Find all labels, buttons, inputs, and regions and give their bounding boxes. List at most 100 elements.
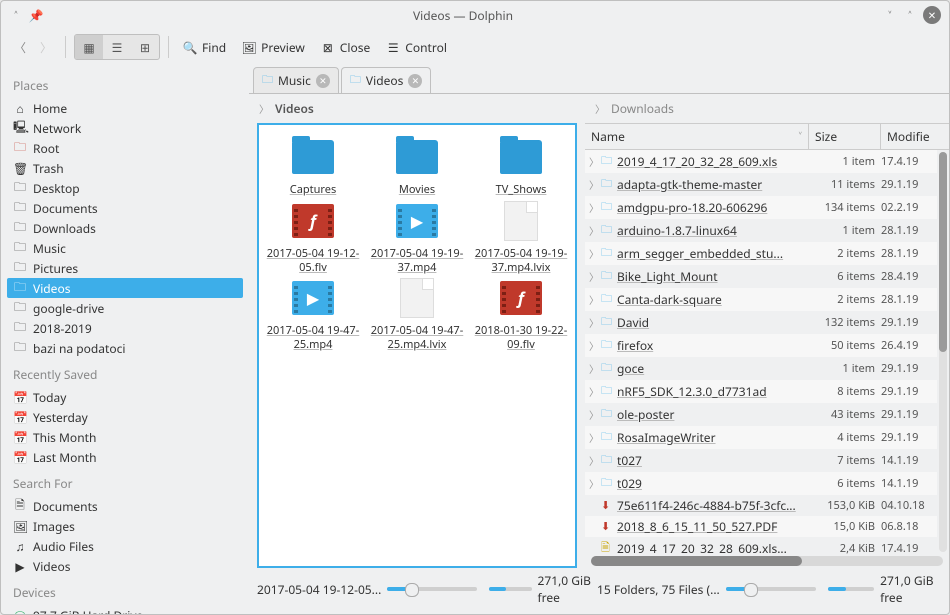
minimize-icon[interactable]: ˅ xyxy=(883,8,897,22)
col-size[interactable]: Size xyxy=(809,124,881,149)
table-row[interactable]: 〉🗀David132 items29.1.19 xyxy=(585,311,937,334)
file-item[interactable]: 2017-05-04 19-47-25.mp4.lvix xyxy=(367,278,467,352)
expand-icon[interactable]: 〉 xyxy=(587,246,601,261)
expand-icon[interactable]: 〉 xyxy=(587,476,601,491)
table-row[interactable]: 〉🗀arm_segger_embedded_stu...2 items28.1.… xyxy=(585,242,937,265)
sidebar-item-last-month[interactable]: 📅Last Month xyxy=(7,447,243,467)
table-row[interactable]: 🗎2019_4_17_20_32_28_609.xls...2,4 KiB17.… xyxy=(585,537,937,554)
expand-icon[interactable]: 〉 xyxy=(587,361,601,376)
file-name: 2017-05-04 19-47-25.mp4.lvix xyxy=(368,324,466,352)
sidebar-item-videos[interactable]: 🗀Videos xyxy=(7,278,243,298)
sidebar-item-documents[interactable]: 🗎Documents xyxy=(7,496,243,516)
caret-up-icon[interactable]: ˄ xyxy=(9,8,23,22)
find-button[interactable]: 🔍Find xyxy=(177,34,232,60)
table-row[interactable]: 〉🗀t0296 items14.1.19 xyxy=(585,472,937,495)
view-mode-group: ▦ ☰ ⊞ xyxy=(74,34,160,60)
row-date: 17.4.19 xyxy=(875,541,935,554)
sidebar-item-pictures[interactable]: 🗀Pictures xyxy=(7,258,243,278)
table-row[interactable]: 〉🗀Canta-dark-square2 items28.1.19 xyxy=(585,288,937,311)
sidebar-item-downloads[interactable]: 🗀Downloads xyxy=(7,218,243,238)
compact-view-button[interactable]: ☰ xyxy=(103,35,131,59)
expand-icon[interactable]: 〉 xyxy=(587,269,601,284)
expand-icon[interactable]: 〉 xyxy=(587,384,601,399)
table-row[interactable]: 〉🗀goce1 item29.1.19 xyxy=(585,357,937,380)
left-breadcrumb[interactable]: 〉 Videos xyxy=(249,94,585,123)
close-window-button[interactable]: ✕ xyxy=(923,6,941,24)
zoom-slider[interactable] xyxy=(387,587,477,591)
icon-view[interactable]: CapturesMoviesTV_Shows f2017-05-04 19-12-… xyxy=(257,123,577,568)
expand-icon[interactable]: 〉 xyxy=(587,338,601,353)
table-row[interactable]: ⬇2018_8_6_15_11_50_527.PDF15,0 KiB06.8.1… xyxy=(585,516,937,537)
file-item[interactable]: ▶2017-05-04 19-19-37.mp4 xyxy=(367,201,467,275)
table-row[interactable]: 〉🗀firefox50 items26.4.19 xyxy=(585,334,937,357)
sidebar-item-music[interactable]: 🗀Music xyxy=(7,238,243,258)
control-menu-button[interactable]: ☰Control xyxy=(380,34,453,60)
expand-icon[interactable]: 〉 xyxy=(587,177,601,192)
sidebar-item-today[interactable]: 📅Today xyxy=(7,387,243,407)
table-row[interactable]: 〉🗀t0277 items14.1.19 xyxy=(585,449,937,472)
sidebar-item-this-month[interactable]: 📅This Month xyxy=(7,427,243,447)
close-tab-button[interactable]: ⊠Close xyxy=(315,34,376,60)
horizontal-scrollbar[interactable] xyxy=(591,556,943,566)
sidebar-item-audio-files[interactable]: ♫Audio Files xyxy=(7,536,243,556)
sidebar-item-network[interactable]: 🖳Network xyxy=(7,118,243,138)
file-item[interactable]: 2017-05-04 19-19-37.mp4.lvix xyxy=(471,201,571,275)
table-row[interactable]: ⬇75e611f4-246c-4884-b75f-3cfc...153,0 Ki… xyxy=(585,495,937,516)
table-row[interactable]: 〉🗀2019_4_17_20_32_28_609.xls1 item17.4.1… xyxy=(585,150,937,173)
sidebar-item-videos[interactable]: ▶Videos xyxy=(7,556,243,576)
table-row[interactable]: 〉🗀arduino-1.8.7-linux641 item28.1.19 xyxy=(585,219,937,242)
zoom-slider[interactable] xyxy=(726,587,816,591)
expand-icon[interactable]: 〉 xyxy=(587,453,601,468)
sidebar-item-root[interactable]: 🗀Root xyxy=(7,138,243,158)
sidebar-item-2018-2019[interactable]: 🗀2018-2019 xyxy=(7,318,243,338)
sidebar-item-desktop[interactable]: 🗀Desktop xyxy=(7,178,243,198)
sidebar-item-documents[interactable]: 🗀Documents xyxy=(7,198,243,218)
preview-button[interactable]: 🖼Preview xyxy=(236,34,311,60)
file-item[interactable]: TV_Shows xyxy=(471,137,571,197)
file-item[interactable]: Captures xyxy=(263,137,363,197)
expand-icon[interactable]: 〉 xyxy=(587,315,601,330)
icons-view-button[interactable]: ▦ xyxy=(75,35,103,59)
maximize-icon[interactable]: ˄ xyxy=(903,8,917,22)
expand-icon[interactable]: 〉 xyxy=(587,154,601,169)
table-row[interactable]: 〉🗀Bike_Light_Mount6 items28.4.19 xyxy=(585,265,937,288)
places-heading: Places xyxy=(7,69,243,98)
file-item[interactable]: Movies xyxy=(367,137,467,197)
sidebar-item-google-drive[interactable]: 🗀google-drive xyxy=(7,298,243,318)
sidebar-item-yesterday[interactable]: 📅Yesterday xyxy=(7,407,243,427)
sidebar-item-home[interactable]: ⌂Home xyxy=(7,98,243,118)
table-row[interactable]: 〉🗀adapta-gtk-theme-master11 items29.1.19 xyxy=(585,173,937,196)
table-row[interactable]: 〉🗀RosaImageWriter4 items29.1.19 xyxy=(585,426,937,449)
detail-list[interactable]: 〉🗀2019_4_17_20_32_28_609.xls1 item17.4.1… xyxy=(585,150,937,554)
expand-icon[interactable]: 〉 xyxy=(587,200,601,215)
close-tab-icon[interactable]: ✕ xyxy=(316,74,330,88)
right-status: 15 Folders, 75 Files (... 271,0 GiB free xyxy=(597,572,941,606)
expand-icon[interactable]: 〉 xyxy=(587,223,601,238)
file-item[interactable]: ▶2017-05-04 19-47-25.mp4 xyxy=(263,278,363,352)
expand-icon[interactable]: 〉 xyxy=(587,292,601,307)
right-breadcrumb[interactable]: 〉 Downloads xyxy=(585,94,949,123)
col-modified[interactable]: Modifie xyxy=(881,124,949,149)
table-row[interactable]: 〉🗀nRF5_SDK_12.3.0_d7731ad8 items29.1.19 xyxy=(585,380,937,403)
file-item[interactable]: f2018-01-30 19-22-09.flv xyxy=(471,278,571,352)
file-item[interactable]: f2017-05-04 19-12-05.flv xyxy=(263,201,363,275)
forward-button[interactable]: 〉 xyxy=(35,36,57,58)
table-row[interactable]: 〉🗀ole-poster43 items29.1.19 xyxy=(585,403,937,426)
details-view-button[interactable]: ⊞ xyxy=(131,35,159,59)
table-row[interactable]: 〉🗀amdgpu-pro-18.20-606296134 items02.2.1… xyxy=(585,196,937,219)
pin-icon[interactable]: 📌 xyxy=(29,8,43,22)
expand-icon[interactable]: 〉 xyxy=(587,407,601,422)
row-size: 6 items xyxy=(803,269,875,284)
col-name[interactable]: Name˅ xyxy=(585,124,809,149)
expand-icon[interactable]: 〉 xyxy=(587,430,601,445)
sidebar-item-bazi-na-podatoci[interactable]: 🗀bazi na podatoci xyxy=(7,338,243,358)
vertical-scrollbar[interactable] xyxy=(939,152,947,552)
sidebar-item-images[interactable]: 🖼Images xyxy=(7,516,243,536)
row-date: 14.1.19 xyxy=(875,476,935,491)
back-button[interactable]: 〈 xyxy=(9,36,31,58)
close-tab-icon[interactable]: ✕ xyxy=(408,74,422,88)
tab-videos[interactable]: 🗀Videos✕ xyxy=(341,67,431,93)
sidebar-item-97,7-gib-hard-drive[interactable]: ⛁97,7 GiB Hard Drive xyxy=(7,605,243,614)
tab-music[interactable]: 🗀Music✕ xyxy=(253,67,339,93)
sidebar-item-trash[interactable]: 🗑Trash xyxy=(7,158,243,178)
